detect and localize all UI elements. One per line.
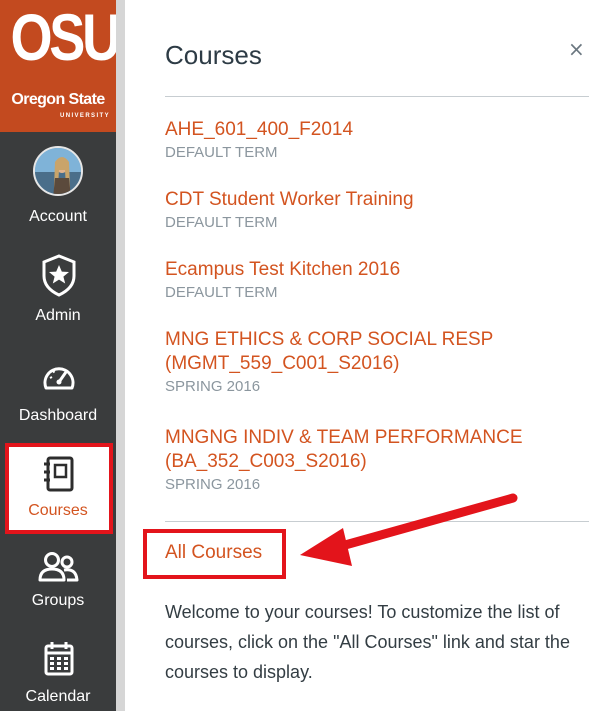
logo-tag-text: UNIVERSITY (59, 113, 110, 119)
global-nav: OSU Oregon State UNIVERSITY Account Admi… (0, 0, 121, 711)
logo-sub-text: Oregon State (11, 91, 105, 108)
groups-people-icon (38, 552, 79, 582)
course-item: AHE_601_400_F2014 DEFAULT TERM (165, 118, 575, 162)
course-term: SPRING 2016 (165, 476, 261, 493)
nav-item-groups[interactable]: Groups (0, 550, 116, 612)
course-item: MNGNG INDIV & TEAM PERFORMANCE (BA_352_C… (165, 426, 575, 494)
course-term: DEFAULT TERM (165, 144, 278, 161)
course-term: DEFAULT TERM (165, 214, 278, 231)
course-item: MNG ETHICS & CORP SOCIAL RESP (MGMT_559_… (165, 328, 575, 396)
course-link[interactable]: MNG ETHICS & CORP SOCIAL RESP (MGMT_559_… (165, 328, 575, 376)
nav-label-dashboard: Dashboard (18, 407, 98, 424)
nav-item-admin[interactable]: Admin (0, 250, 116, 326)
course-link-line[interactable]: MNGNG INDIV & TEAM PERFORMANCE (165, 426, 575, 450)
avatar (33, 146, 83, 196)
nav-label-calendar: Calendar (25, 688, 91, 705)
nav-label-admin: Admin (35, 307, 81, 324)
course-item: CDT Student Worker Training DEFAULT TERM (165, 188, 575, 232)
course-link[interactable]: Ecampus Test Kitchen 2016 (165, 258, 575, 282)
logo-main-text: OSU (10, 0, 121, 74)
nav-item-dashboard[interactable]: Dashboard (0, 350, 116, 426)
course-link-line[interactable]: (BA_352_C003_S2016) (165, 450, 575, 474)
shield-star-icon (42, 254, 76, 297)
avatar-photo-icon (35, 148, 81, 194)
course-link-line[interactable]: MNG ETHICS & CORP SOCIAL RESP (165, 328, 575, 352)
course-term: DEFAULT TERM (165, 284, 278, 301)
calendar-icon (44, 642, 74, 676)
tray-divider-top (165, 96, 589, 97)
close-icon[interactable]: × (568, 37, 585, 61)
course-link-line[interactable]: (MGMT_559_C001_S2016) (165, 352, 575, 376)
nav-item-account[interactable]: Account (0, 146, 116, 228)
dashboard-gauge-icon (43, 367, 75, 390)
nav-item-courses[interactable]: Courses (0, 450, 116, 530)
nav-item-calendar[interactable]: Calendar (0, 638, 116, 711)
course-link[interactable]: CDT Student Worker Training (165, 188, 575, 212)
tray-title: Courses (165, 40, 262, 70)
welcome-message: Welcome to your courses! To customize th… (165, 602, 570, 682)
nav-label-groups: Groups (31, 592, 85, 609)
osu-logo[interactable]: OSU Oregon State UNIVERSITY (0, 0, 121, 132)
nav-label-courses: Courses (28, 502, 88, 519)
nav-label-account: Account (29, 208, 87, 225)
course-term: SPRING 2016 (165, 378, 261, 395)
tray-divider-bottom (165, 521, 589, 522)
all-courses-link[interactable]: All Courses (165, 541, 262, 565)
course-link[interactable]: MNGNG INDIV & TEAM PERFORMANCE (BA_352_C… (165, 426, 575, 474)
nav-scrollbar[interactable] (116, 0, 125, 711)
courses-book-icon (44, 456, 74, 492)
course-item: Ecampus Test Kitchen 2016 DEFAULT TERM (165, 258, 575, 302)
course-link[interactable]: AHE_601_400_F2014 (165, 118, 575, 142)
